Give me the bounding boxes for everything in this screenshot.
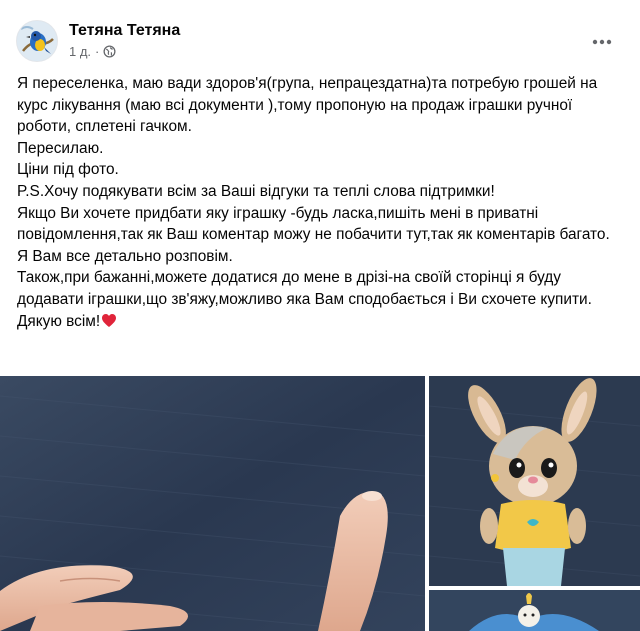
meta-separator: · [95, 44, 100, 59]
post-paragraph: Якщо Ви хочете придбати яку іграшку -буд… [17, 204, 610, 244]
post-paragraph: Також,при бажанні,можете додатися до мен… [17, 269, 592, 308]
post-header: Тетяна Тетяна 1 д. · [0, 0, 640, 68]
author-avatar[interactable] [16, 20, 58, 62]
more-options-button[interactable] [584, 28, 620, 56]
post-paragraph-text: Дякую всім! [17, 312, 101, 330]
red-heart-emoji-icon [101, 313, 117, 328]
bird-avatar-image [17, 21, 57, 61]
crochet-bunny-photo[interactable] [429, 376, 640, 586]
post-time[interactable]: 1 д. [69, 44, 91, 59]
globe-icon [103, 45, 116, 58]
post-paragraph: Ціни під фото. [17, 161, 119, 179]
post-paragraph: Я Вам все детально розповім. [17, 247, 233, 265]
post-meta: 1 д. · [69, 44, 116, 59]
hand-photo[interactable] [0, 376, 425, 631]
post-text: Я переселенка, маю вади здоров'я(група, … [17, 73, 627, 332]
post-paragraph: Пересилаю. [17, 139, 104, 157]
photo-grid [0, 376, 640, 631]
author-name[interactable]: Тетяна Тетяна [69, 22, 180, 40]
post-paragraph: Я переселенка, маю вади здоров'я(група, … [17, 75, 598, 136]
facebook-post: Тетяна Тетяна 1 д. · Я переселенка, маю … [0, 0, 640, 631]
post-paragraph: P.S.Хочу подякувати всім за Ваші відгуки… [17, 182, 495, 200]
post-paragraph-last: Дякую всім! [17, 311, 627, 333]
crochet-chick-photo[interactable] [429, 590, 640, 631]
more-horizontal-icon [592, 39, 612, 45]
